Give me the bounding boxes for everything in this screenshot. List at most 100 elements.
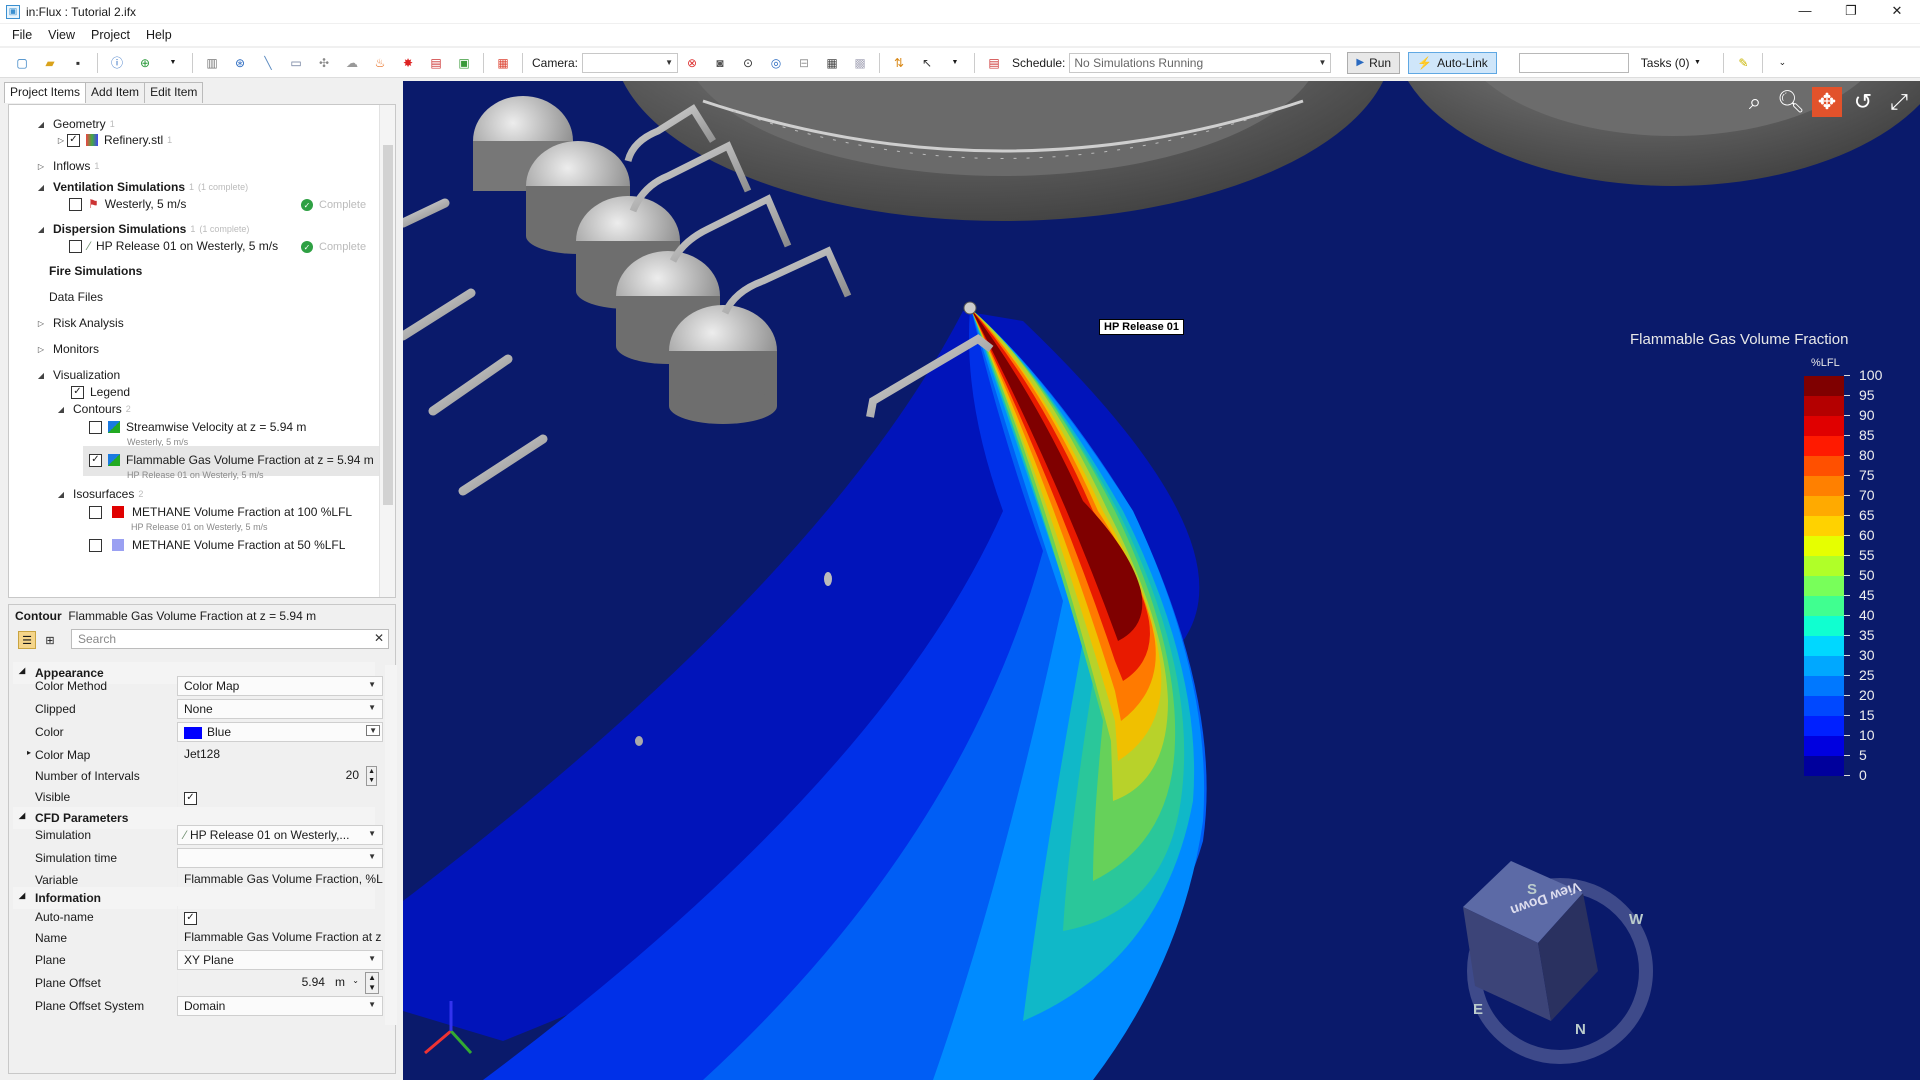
contour-flammable-checkbox[interactable]: ✓	[89, 453, 102, 467]
tree-item-contour-velocity[interactable]: Streamwise Velocity at z = 5.94 m	[89, 420, 306, 434]
plane-offset-stepper[interactable]: 5.94 m ⌄ ▲ ▼	[177, 972, 383, 994]
tree-item-ventilation[interactable]: ◢ Ventilation Simulations 1 (1 complete)	[35, 180, 248, 194]
simulation-select[interactable]: ⁄ HP Release 01 on Westerly,... ▼	[177, 825, 383, 845]
tree-item-monitors[interactable]: ▷ Monitors	[35, 342, 99, 356]
contour-velocity-checkbox[interactable]	[89, 420, 102, 434]
release-label[interactable]: HP Release 01	[1099, 319, 1185, 335]
toolbar-search-input[interactable]	[1518, 52, 1629, 73]
stepper-icon[interactable]: ▲ ▼	[366, 766, 377, 786]
expand-icon[interactable]: ▸	[27, 748, 31, 757]
collapse-icon[interactable]: ◢	[55, 405, 67, 414]
new-project-icon[interactable]: ▢	[14, 55, 30, 71]
menu-view[interactable]: View	[40, 28, 83, 42]
tree-item-dispersion[interactable]: ◢ Dispersion Simulations 1 (1 complete)	[35, 222, 249, 236]
add-item-icon[interactable]: ⊕	[137, 55, 153, 71]
properties-search-input[interactable]: Search ✕	[71, 629, 389, 649]
stepper-icon[interactable]: ▲ ▼	[365, 972, 379, 994]
cloud-icon[interactable]: ☁	[344, 55, 360, 71]
line-icon[interactable]: ╲	[260, 55, 276, 71]
clear-search-icon[interactable]: ✕	[374, 631, 384, 645]
expand-icon[interactable]: ▷	[35, 319, 47, 328]
maximize-button[interactable]: ❐	[1828, 0, 1874, 23]
camera-icon[interactable]: ◙	[712, 55, 728, 71]
pointer-icon[interactable]: ↖	[919, 55, 935, 71]
probe-icon[interactable]: ⇅	[891, 55, 907, 71]
zoom-icon[interactable]: 🔍︎	[1776, 87, 1806, 117]
tree-item-hp-release[interactable]: ⁄ HP Release 01 on Westerly, 5 m/s	[69, 239, 278, 253]
tree-item-geometry[interactable]: ◢ Geometry 1	[35, 117, 115, 131]
target-icon[interactable]: ⊛	[232, 55, 248, 71]
tab-add-item[interactable]: Add Item	[85, 82, 146, 103]
tree-scrollbar[interactable]	[379, 105, 395, 597]
collapse-icon[interactable]: ◢	[19, 811, 25, 820]
camera-select[interactable]: ▼	[582, 52, 679, 73]
tree-item-isosurfaces[interactable]: ◢ Isosurfaces 2	[55, 487, 143, 501]
report-icon[interactable]: ▤	[428, 55, 444, 71]
explosion-icon[interactable]: ✸	[400, 55, 416, 71]
tasks-menu[interactable]: Tasks (0)	[1641, 56, 1690, 70]
plane-select[interactable]: XY Plane ▼	[177, 950, 383, 970]
collapse-icon[interactable]: ◢	[19, 891, 25, 900]
view-reset-icon[interactable]: ⊙	[740, 55, 756, 71]
tasks-dropdown-icon[interactable]: ▼	[1689, 55, 1705, 71]
tree-item-risk[interactable]: ▷ Risk Analysis	[35, 316, 124, 330]
rotate-icon[interactable]: ↺	[1848, 87, 1878, 117]
menu-help[interactable]: Help	[138, 28, 180, 42]
minimize-button[interactable]: —	[1782, 0, 1828, 23]
dropdown-arrow-icon[interactable]: ▼	[165, 55, 181, 71]
colormap-grid-icon[interactable]: ▦	[495, 55, 511, 71]
info-icon[interactable]: ⓘ	[109, 55, 125, 71]
tree-item-contours[interactable]: ◢ Contours 2	[55, 402, 131, 416]
collapse-icon[interactable]: ◢	[35, 183, 47, 192]
tree-item-legend[interactable]: ✓ Legend	[71, 385, 130, 399]
collapse-icon[interactable]: ◢	[35, 371, 47, 380]
iso-100-checkbox[interactable]	[89, 505, 102, 519]
delete-camera-icon[interactable]: ⊗	[684, 55, 700, 71]
fan-icon[interactable]: ✣	[316, 55, 332, 71]
expand-icon[interactable]: ▷	[35, 345, 47, 354]
hp-release-checkbox[interactable]	[69, 239, 82, 253]
tree-scroll-thumb[interactable]	[383, 145, 393, 505]
mesh-icon[interactable]: ▩	[852, 55, 868, 71]
box-icon[interactable]: ▭	[288, 55, 304, 71]
auto-link-button[interactable]: ⚡ Auto-Link	[1408, 51, 1497, 74]
menu-file[interactable]: File	[4, 28, 40, 42]
tree-item-visualization[interactable]: ◢ Visualization	[35, 368, 120, 382]
expand-icon[interactable]: ▷	[35, 162, 47, 171]
tree-item-iso-50[interactable]: METHANE Volume Fraction at 50 %LFL	[89, 538, 345, 552]
pointer-dropdown-icon[interactable]: ▼	[947, 55, 963, 71]
close-button[interactable]: ✕	[1874, 0, 1920, 23]
image-export-icon[interactable]: ▣	[456, 55, 472, 71]
categorized-view-icon[interactable]: ☰	[18, 631, 36, 649]
legend-checkbox[interactable]: ✓	[71, 385, 84, 399]
fire-icon[interactable]: ♨	[372, 55, 388, 71]
collapse-icon[interactable]: ◢	[55, 490, 67, 499]
menu-project[interactable]: Project	[83, 28, 138, 42]
fullscreen-icon[interactable]: ⤢	[1884, 87, 1914, 117]
open-folder-icon[interactable]: ▰	[42, 55, 58, 71]
grid-icon[interactable]: ▦	[824, 55, 840, 71]
visible-checkbox[interactable]: ✓	[184, 791, 197, 805]
westerly-checkbox[interactable]	[69, 197, 82, 211]
color-map-value[interactable]: Jet128	[177, 744, 383, 766]
clipped-select[interactable]: None ▼	[177, 699, 383, 719]
tree-item-iso-100[interactable]: METHANE Volume Fraction at 100 %LFL	[89, 505, 352, 519]
alphabetical-view-icon[interactable]: ⊞	[41, 631, 59, 649]
clip-icon[interactable]: ⊟	[796, 55, 812, 71]
pencil-icon[interactable]: ✎	[1735, 55, 1751, 71]
plane-offset-system-select[interactable]: Domain ▼	[177, 996, 383, 1016]
refinery-checkbox[interactable]: ✓	[67, 133, 80, 147]
sim-time-select[interactable]: ▼	[177, 848, 383, 868]
collapse-icon[interactable]: ◢	[35, 225, 47, 234]
tab-project-items[interactable]: Project Items	[4, 82, 87, 103]
tree-item-refinery[interactable]: ▷ ✓ Refinery.stl 1	[55, 133, 172, 147]
toolbar-overflow-icon[interactable]: ⌄	[1774, 55, 1790, 71]
focus-icon[interactable]: ◎	[768, 55, 784, 71]
collapse-icon[interactable]: ◢	[19, 666, 25, 675]
color-select[interactable]: Blue ▼	[177, 722, 383, 742]
tab-edit-item[interactable]: Edit Item	[144, 82, 204, 103]
unit-dropdown-icon[interactable]: ⌄	[352, 976, 359, 985]
run-button[interactable]: ▶ Run	[1347, 51, 1401, 74]
auto-name-checkbox[interactable]: ✓	[184, 911, 197, 925]
zoom-region-icon[interactable]: ⌕	[1740, 87, 1770, 117]
